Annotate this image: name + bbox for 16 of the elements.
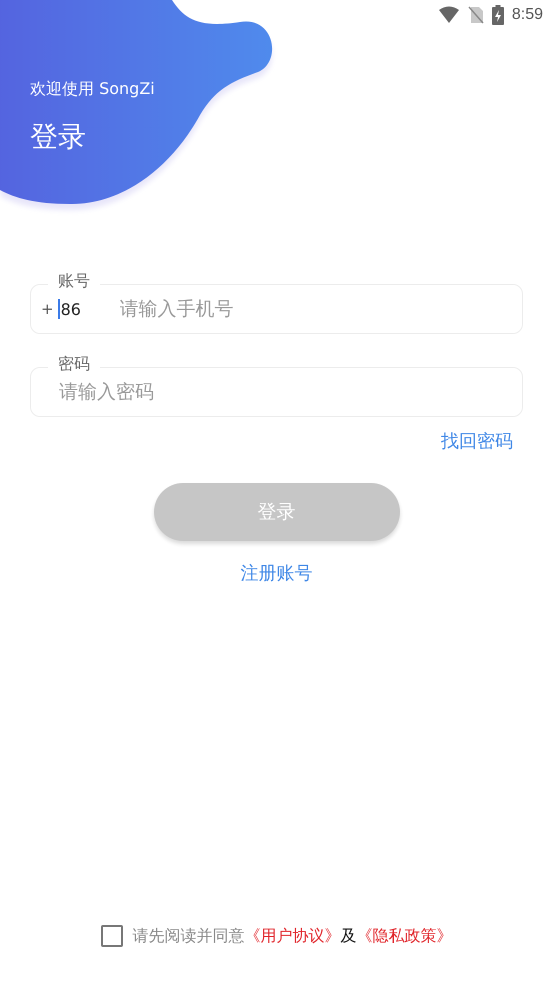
status-time: 8:59 <box>512 6 543 24</box>
welcome-text: 欢迎使用 SongZi <box>30 79 155 100</box>
plus-sign: + <box>41 300 54 318</box>
agreement-checkbox[interactable] <box>100 925 122 947</box>
phone-input[interactable]: 请输入手机号 <box>118 297 508 321</box>
policy-link[interactable]: 《用户协议》 <box>244 926 340 944</box>
agreement-text: 请先阅读并同意《用户协议》及《隐私政策》 <box>132 926 452 946</box>
no-sim-icon <box>468 6 484 24</box>
password-input[interactable]: 请输入密码 <box>41 380 508 404</box>
battery-charging-icon <box>492 5 504 25</box>
register-link[interactable]: 注册账号 <box>240 561 312 585</box>
page-title: 登录 <box>30 119 87 155</box>
wifi-icon <box>438 6 460 24</box>
forgot-password-link[interactable]: 找回密码 <box>441 429 513 453</box>
policy-link[interactable]: 《隐私政策》 <box>356 926 452 944</box>
country-code: 86 <box>60 300 81 318</box>
